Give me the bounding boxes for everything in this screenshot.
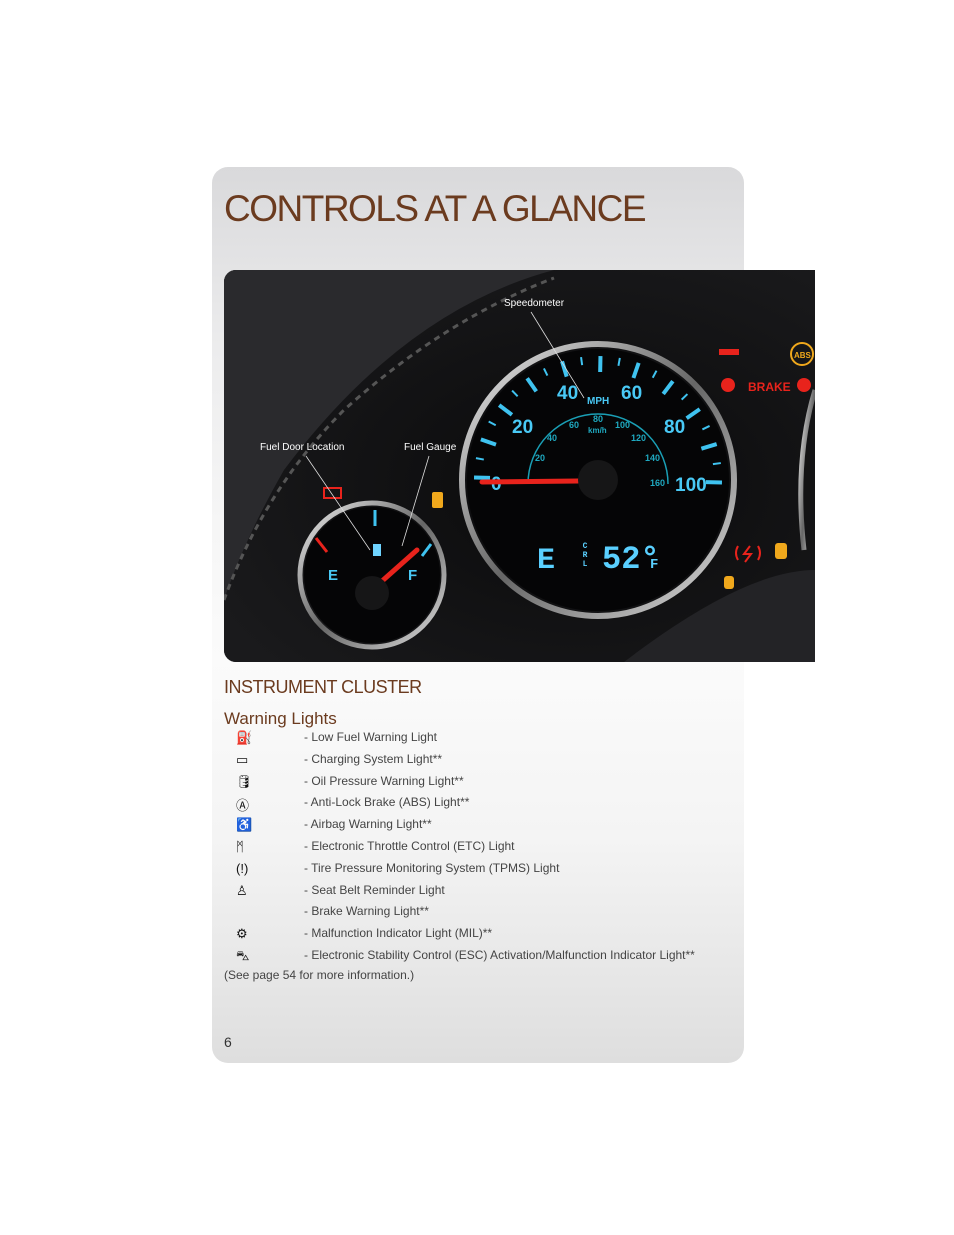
warning-light-item: ⛍ - Electronic Stability Control (ESC) Ac… xyxy=(224,947,724,967)
speedometer-tick xyxy=(475,457,484,461)
tire-pressure-icon: (!) xyxy=(236,860,249,876)
kmh-label: 60 xyxy=(569,420,579,430)
warning-light-label: - Electronic Throttle Control (ETC) Ligh… xyxy=(304,839,515,853)
warning-light-item: ᛗ - Electronic Throttle Control (ETC) Lig… xyxy=(224,838,724,858)
warning-light-label: - Charging System Light** xyxy=(304,751,443,766)
throttle-icon: ᛗ xyxy=(236,839,244,854)
kmh-label: 140 xyxy=(645,453,660,463)
mph-unit: MPH xyxy=(587,396,609,407)
callout-speedometer: Speedometer xyxy=(504,298,565,309)
speedometer-tick xyxy=(580,357,584,366)
esc-lamp xyxy=(775,543,787,559)
compass-readout: E xyxy=(537,544,555,578)
warning-light-item: ♿ - Airbag Warning Light** xyxy=(224,816,724,836)
warning-light-item: Ⓐ - Anti-Lock Brake (ABS) Light** xyxy=(224,794,724,814)
battery-icon: ▭ xyxy=(236,751,249,767)
abs-lamp-text: ABS xyxy=(794,351,812,360)
kmh-label: 80 xyxy=(593,414,603,424)
mph-label: 40 xyxy=(557,383,578,404)
fuel-empty-label: E xyxy=(328,567,338,584)
section-heading: INSTRUMENT CLUSTER xyxy=(224,677,422,697)
mph-label: 0 xyxy=(491,474,502,495)
fuel-pump-icon: ⛽ xyxy=(236,730,253,745)
subsection-heading: Warning Lights xyxy=(224,709,337,728)
warning-light-label: - Brake Warning Light** xyxy=(304,904,429,919)
warning-light-label: - Tire Pressure Monitoring System (TPMS)… xyxy=(304,860,560,875)
warning-light-item: ⛽ - Low Fuel Warning Light xyxy=(224,729,724,749)
warning-light-label: - Airbag Warning Light** xyxy=(304,817,432,832)
airbag-icon: ♿ xyxy=(236,817,253,833)
low-fuel-lamp xyxy=(432,492,443,508)
brake-lamp: BRAKE xyxy=(748,380,791,394)
esc-off-lamp xyxy=(724,576,734,589)
airbag-lamp xyxy=(797,378,811,392)
warning-light-item: - Brake Warning Light** xyxy=(224,903,724,923)
warning-light-label: - Low Fuel Warning Light xyxy=(304,730,437,744)
oil-can-icon: 🛢 xyxy=(236,773,253,789)
warning-light-item: ⚙ - Malfunction Indicator Light (MIL)** xyxy=(224,925,724,945)
temperature-unit: F xyxy=(650,557,658,573)
warning-light-label: - Seat Belt Reminder Light xyxy=(304,882,445,897)
fuel-door-icon xyxy=(373,544,381,556)
speedometer-tick xyxy=(712,462,721,466)
callout-fuel-door: Fuel Door Location xyxy=(260,442,345,453)
mph-label: 20 xyxy=(512,417,533,438)
page-title: CONTROLS AT A GLANCE xyxy=(224,188,647,229)
warning-light-item: (!) - Tire Pressure Monitoring System (TP… xyxy=(224,860,724,880)
warning-light-label: - Electronic Stability Control (ESC) Act… xyxy=(304,948,695,962)
seatbelt-icon: ♙ xyxy=(236,882,248,898)
kmh-label: 120 xyxy=(631,433,646,443)
engine-icon: ⚙ xyxy=(236,926,248,942)
kmh-label: 20 xyxy=(535,453,545,463)
stability-control-icon: ⛍ xyxy=(236,948,250,963)
seatbelt-lamp xyxy=(721,378,735,392)
mph-label: 100 xyxy=(675,475,707,496)
oil-pressure-lamp xyxy=(719,349,739,355)
kmh-label: 40 xyxy=(547,433,557,443)
speedometer-tick xyxy=(617,357,621,366)
warning-light-item: ▭ - Charging System Light** xyxy=(224,751,724,771)
warning-light-label: - Malfunction Indicator Light (MIL)** xyxy=(304,926,493,941)
kmh-label: 100 xyxy=(615,420,630,430)
warning-light-item: 🛢 - Oil Pressure Warning Light** xyxy=(224,773,724,793)
display-mode-readout: CRL xyxy=(581,542,590,569)
callout-fuel-gauge: Fuel Gauge xyxy=(404,442,457,453)
kmh-unit: km/h xyxy=(588,426,607,435)
fuel-full-label: F xyxy=(408,567,417,584)
warning-light-label: - Anti-Lock Brake (ABS) Light** xyxy=(304,795,470,810)
see-page-note: (See page 54 for more information.) xyxy=(224,968,415,982)
abs-icon: Ⓐ xyxy=(236,798,250,814)
warning-light-item: ♙ - Seat Belt Reminder Light xyxy=(224,882,724,902)
instrument-cluster-photo: 0 20 40 60 80 100 MPH 20 40 60 80 100 12… xyxy=(224,270,815,662)
mph-label: 80 xyxy=(664,417,685,438)
warning-light-label: - Oil Pressure Warning Light** xyxy=(304,773,464,788)
page-number: 6 xyxy=(224,1034,232,1050)
mph-label: 60 xyxy=(621,383,642,404)
kmh-label: 160 xyxy=(650,478,665,488)
